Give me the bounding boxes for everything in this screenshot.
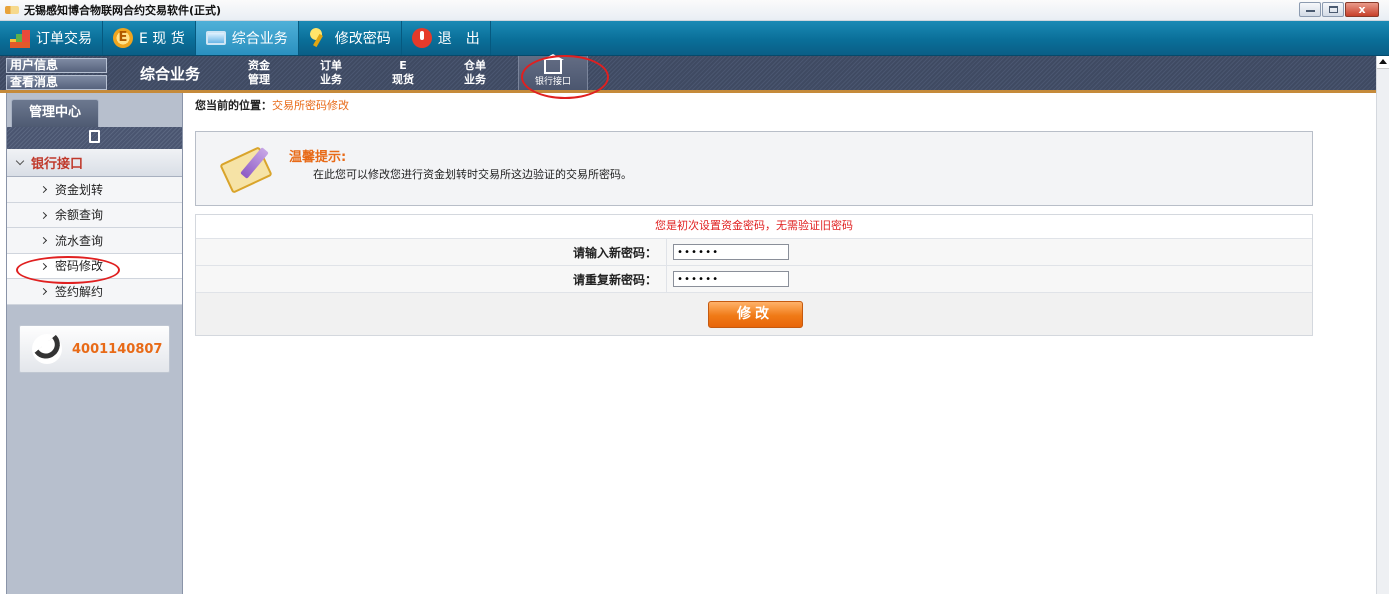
subnav-label-line2: 现货 <box>392 73 414 86</box>
subnav-bank-interface[interactable]: 银行接口 <box>518 53 588 90</box>
sidebar-toolbar <box>7 127 182 149</box>
view-messages-button[interactable]: 查看消息 <box>6 75 107 90</box>
subnav-e-spot[interactable]: E 现货 <box>374 56 432 90</box>
new-password-label: 请输入新密码： <box>572 245 657 260</box>
subnav-label-line1: 资金 <box>248 59 270 72</box>
chevron-right-icon <box>39 185 48 194</box>
nav-integrated-business[interactable]: 综合业务 <box>195 21 299 55</box>
chevron-down-icon <box>15 156 25 166</box>
chevron-right-icon <box>39 287 48 296</box>
vertical-scrollbar[interactable] <box>1376 56 1389 594</box>
collapse-icon[interactable] <box>89 130 100 143</box>
tip-box: 温馨提示: 在此您可以修改您进行资金划转时交易所这边验证的交易所密码。 <box>195 131 1313 206</box>
app-icon <box>5 6 19 14</box>
new-password-field[interactable] <box>673 244 789 260</box>
sidebar-item-flow-query[interactable]: 流水查询 <box>7 228 182 254</box>
confirm-password-row: 请重复新密码： <box>196 265 1312 293</box>
nav-order-trading[interactable]: 订单交易 <box>0 21 103 55</box>
modify-button[interactable]: 修改 <box>707 300 803 328</box>
main-content: 您当前的位置：交易所密码修改 温馨提示: 在此您可以修改您进行资金划转时交易所这… <box>195 93 1315 336</box>
sidebar-item-sign-cancel[interactable]: 签约解约 <box>7 279 182 305</box>
window-controls: x <box>1298 2 1379 17</box>
chevron-right-icon <box>39 211 48 219</box>
sidebar-item-label: 签约解约 <box>55 284 104 299</box>
window-title: 无锡感知博合物联网合约交易软件(正式) <box>24 4 222 17</box>
sidebar-section-bank-interface[interactable]: 银行接口 <box>7 149 182 177</box>
e-coin-icon: E <box>113 28 133 48</box>
sub-nav: 用户信息 查看消息 综合业务 资金 管理 订单 业务 E 现货 仓单 业务 银行… <box>0 53 1376 93</box>
new-password-row: 请输入新密码： <box>196 238 1312 266</box>
phone-icon <box>32 334 62 364</box>
sidebar-item-change-password[interactable]: 密码修改 <box>7 253 182 279</box>
user-box: 用户信息 查看消息 <box>0 56 110 90</box>
main-nav: 订单交易 E E 现 货 综合业务 修改密码 退 出 <box>0 21 1389 56</box>
subnav-title: 综合业务 <box>139 64 200 83</box>
form-notice: 您是初次设置资金密码，无需验证旧密码 <box>196 215 1312 239</box>
subnav-order-business[interactable]: 订单 业务 <box>302 56 360 90</box>
phone-box: 4001140807 <box>19 325 170 373</box>
tip-title: 温馨提示: <box>289 150 347 165</box>
subnav-label-line1: E <box>399 59 407 72</box>
nav-label: 综合业务 <box>231 31 288 47</box>
key-icon <box>308 28 329 48</box>
chevron-right-icon <box>39 262 48 270</box>
sidebar-item-fund-transfer[interactable]: 资金划转 <box>7 177 182 203</box>
sidebar-item-label: 流水查询 <box>55 233 104 248</box>
phone-number: 4001140807 <box>72 341 163 357</box>
nav-e-spot[interactable]: E E 现 货 <box>103 21 196 55</box>
notepad-pen-icon <box>219 144 280 194</box>
sidebar-tab-row: 管理中心 <box>7 93 182 127</box>
app-window: 无锡感知博合物联网合约交易软件(正式) x 订单交易 E E 现 货 综合业务 … <box>0 0 1389 594</box>
minimize-icon <box>1306 10 1315 12</box>
chevron-right-icon <box>39 236 48 245</box>
sidebar-item-label: 密码修改 <box>55 259 104 274</box>
confirm-password-field[interactable] <box>673 271 789 287</box>
sidebar-section-label: 银行接口 <box>31 157 84 172</box>
nav-label: 订单交易 <box>36 31 92 47</box>
subnav-label-line2: 业务 <box>464 73 486 86</box>
chart-icon <box>10 30 30 48</box>
restore-button[interactable] <box>1322 2 1344 17</box>
nav-label: 修改密码 <box>334 31 391 47</box>
subnav-warehouse-business[interactable]: 仓单 业务 <box>446 56 504 90</box>
tab-management-center[interactable]: 管理中心 <box>11 99 99 127</box>
subnav-fund-management[interactable]: 资金 管理 <box>230 56 288 90</box>
sidebar: 管理中心 银行接口 资金划转 余额查询 流水查询 密码修改 签约解约 40011… <box>6 93 183 594</box>
subnav-label-line1: 仓单 <box>464 59 486 72</box>
minimize-button[interactable] <box>1299 2 1321 17</box>
nav-label: 退 出 <box>437 31 480 47</box>
breadcrumb: 您当前的位置：交易所密码修改 <box>195 93 1315 119</box>
nav-change-password[interactable]: 修改密码 <box>299 21 402 55</box>
subnav-label-line2: 业务 <box>320 73 342 86</box>
bank-icon <box>542 53 564 74</box>
sidebar-item-label: 资金划转 <box>55 182 104 197</box>
password-form: 您是初次设置资金密码，无需验证旧密码 请输入新密码： 请重复新密码： 修改 <box>195 214 1313 336</box>
close-button[interactable]: x <box>1345 2 1379 17</box>
sidebar-item-balance-query[interactable]: 余额查询 <box>7 202 182 228</box>
subnav-label-line2: 管理 <box>248 73 270 86</box>
monitor-icon <box>205 31 226 45</box>
breadcrumb-label: 您当前的位置： <box>195 99 272 112</box>
subnav-label-line1: 订单 <box>320 59 342 72</box>
scroll-up-icon[interactable] <box>1377 56 1389 69</box>
breadcrumb-current: 交易所密码修改 <box>272 99 349 112</box>
tip-text: 在此您可以修改您进行资金划转时交易所这边验证的交易所密码。 <box>313 168 632 181</box>
form-actions: 修改 <box>196 293 1312 335</box>
nav-exit[interactable]: 退 出 <box>402 21 491 55</box>
restore-icon <box>1329 6 1338 13</box>
subnav-bank-label: 银行接口 <box>534 76 571 87</box>
user-info-button[interactable]: 用户信息 <box>6 58 107 73</box>
nav-label: E 现 货 <box>139 31 185 47</box>
sidebar-item-label: 余额查询 <box>55 208 104 223</box>
confirm-password-label: 请重复新密码： <box>572 272 657 287</box>
title-bar: 无锡感知博合物联网合约交易软件(正式) x <box>0 0 1389 21</box>
power-icon <box>411 28 432 48</box>
